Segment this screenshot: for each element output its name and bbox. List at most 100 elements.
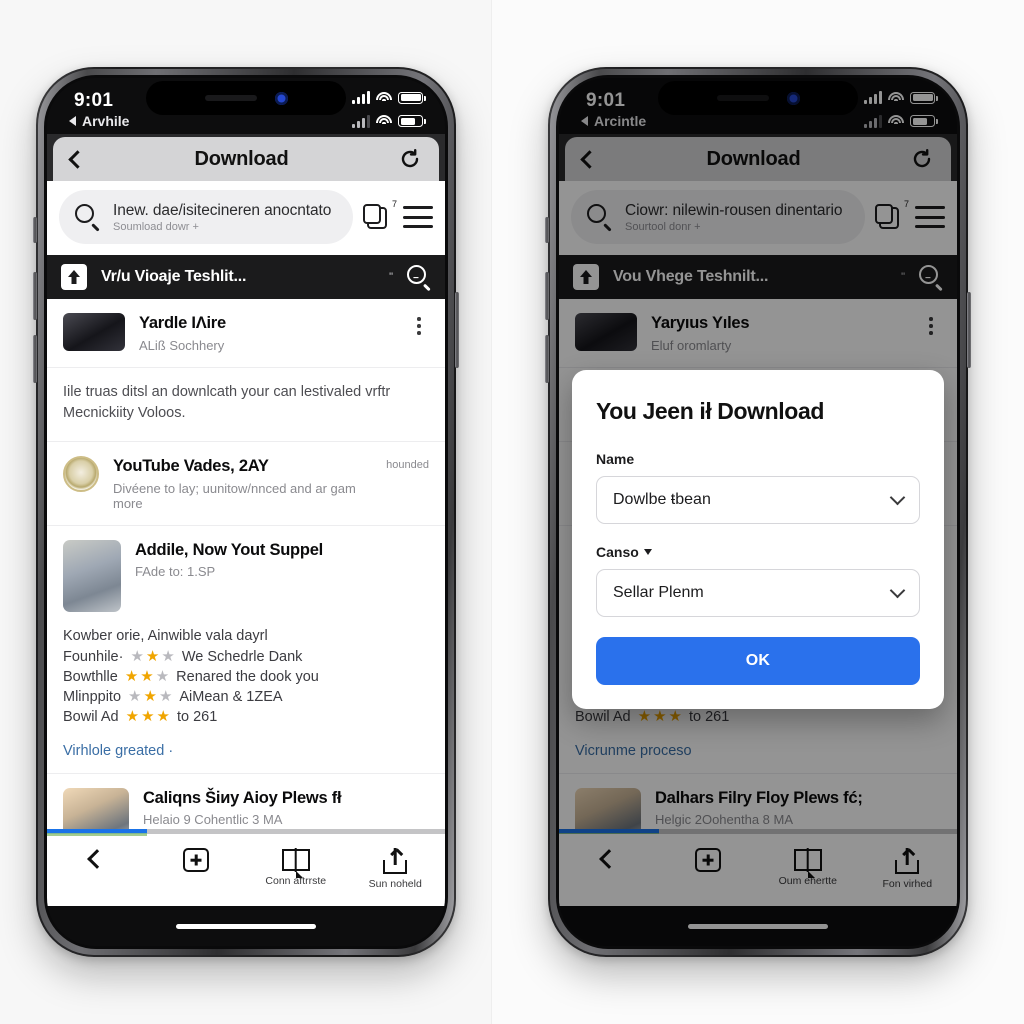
rating-text: AiMean & 1ZEA [179, 688, 283, 705]
status-back-label: Arcintle [594, 113, 647, 129]
app-header-title: Vr/u Vioaje Teshlit... [101, 268, 247, 285]
volume-down-button[interactable] [545, 335, 549, 383]
home-upload-icon[interactable] [573, 264, 599, 290]
bottom-nav-share[interactable]: Sun noheld [346, 846, 446, 890]
channel-row[interactable]: Yardle IΛire ALiß Sochhery [47, 299, 445, 368]
wifi-icon [376, 115, 392, 127]
status-back-app[interactable]: Arcintle [581, 113, 646, 129]
url-subtitle: Sourtool donr + [625, 220, 701, 233]
download-progress-bar [47, 829, 445, 836]
channel-subtitle: Eluf oromlarty [651, 337, 732, 353]
name-select[interactable]: Dowlbe ŧbean [596, 476, 920, 524]
add-box-icon [695, 848, 722, 872]
description-text: Iile truas ditsl an downlcath your can l… [47, 368, 445, 443]
bottom-nav-share[interactable]: Fon virhed [858, 846, 958, 890]
bottom-nav-back[interactable] [559, 846, 659, 869]
chevron-left-icon [86, 849, 107, 869]
search-input[interactable]: Inew. dae/isitecineren anocntato Soumloa… [59, 190, 353, 244]
silent-switch[interactable] [33, 217, 37, 243]
last-text: Dalhars Filry Floy Plews fć; Helgic 2Ooh… [655, 788, 941, 828]
status-secondary-row: Arcintle [559, 108, 957, 134]
panel-divider [491, 0, 492, 1024]
browser-top: Download [559, 134, 957, 181]
status-icons [352, 91, 426, 104]
front-camera-indicator [274, 91, 288, 105]
chevron-left-icon[interactable] [580, 149, 599, 169]
home-indicator[interactable] [176, 923, 316, 929]
zoom-search-icon[interactable]: − [407, 265, 431, 292]
power-button[interactable] [967, 292, 971, 368]
second-select[interactable]: Sellar Plenm [596, 569, 920, 617]
share-upload-icon [383, 848, 408, 874]
volume-down-button[interactable] [33, 335, 37, 383]
page-title: Download [706, 147, 801, 170]
last-text: Caliqns Šіиy Aioy Plews fł Helaio 9 Cohe… [143, 788, 429, 828]
more-link[interactable]: Vicrunme proceso [559, 737, 957, 774]
reload-icon[interactable] [399, 148, 421, 170]
star-icon: ★ [668, 708, 682, 725]
last-row[interactable]: Caliqns Šіиy Aioy Plews fł Helaio 9 Cohe… [47, 774, 445, 829]
bottom-nav-comments[interactable]: Conn aftrrste [246, 846, 346, 887]
browser-navbar: Download [565, 137, 951, 181]
tabs-icon[interactable]: 7 [875, 199, 909, 232]
last-row[interactable]: Dalhars Filry Floy Plews fć; Helgic 2Ooh… [559, 774, 957, 829]
wifi-icon [376, 91, 392, 104]
more-link[interactable]: Virhlole greated · [47, 737, 445, 774]
zoom-search-icon[interactable]: − [919, 265, 943, 292]
ok-button[interactable]: OK [596, 637, 920, 685]
status-icons-secondary [352, 114, 426, 128]
app-header: Vou Vhege Teshnilt... " − [559, 255, 957, 299]
url-text: Ciowr: nilewin-rousen dinentario Sourtoo… [625, 202, 842, 233]
star-icon: ★ [156, 708, 170, 725]
bottom-nav-add[interactable] [147, 846, 247, 872]
phone-device-right: 9:01 Arcintle Download Ciowr: nilewin-ro… [545, 67, 971, 957]
url-row: Inew. dae/isitecineren anocntato Soumloa… [47, 181, 445, 255]
bottom-nav-back[interactable] [47, 846, 147, 869]
search-input[interactable]: Ciowr: nilewin-rousen dinentario Sourtoo… [571, 190, 865, 244]
chevron-left-icon[interactable] [68, 149, 87, 169]
rating-stars: ★★★ [128, 689, 172, 704]
video-avatar [63, 456, 99, 493]
rating-row: Founhile·★★★We Schedrle Dank [63, 649, 429, 665]
last-subtitle: Helaio 9 Cohentlic 3 MA [143, 812, 283, 828]
chevron-down-icon [889, 582, 906, 599]
hamburger-menu-icon[interactable] [915, 206, 945, 228]
name-field-label: Name [596, 451, 920, 467]
rating-stars: ★★★ [638, 709, 682, 724]
earpiece-speaker [204, 95, 257, 101]
kebab-menu-icon[interactable] [921, 313, 941, 335]
article-title: Addile, Now Yout Suppel [135, 540, 323, 559]
bottom-nav-add[interactable] [659, 846, 759, 872]
home-indicator[interactable] [688, 923, 828, 929]
rating-row: Bowil Ad ★ ★ ★ to 261 [63, 709, 429, 725]
volume-up-button[interactable] [33, 272, 37, 320]
hamburger-menu-icon[interactable] [403, 206, 433, 228]
channel-row[interactable]: Yaryıus Yıles Eluf oromlarty [559, 299, 957, 368]
power-button[interactable] [455, 292, 459, 368]
front-camera-indicator [786, 91, 800, 105]
chevron-left-icon [598, 849, 619, 869]
article-row[interactable]: Addile, Now Yout Suppel FAde to: 1.SP [47, 526, 445, 618]
second-label-text: Canso [596, 544, 639, 560]
rating-text: to 261 [688, 708, 730, 725]
video-row[interactable]: YouTube Vades, 2AY Divéene to lay; uunit… [47, 442, 445, 526]
search-icon [75, 204, 101, 232]
share-upload-icon [895, 848, 920, 874]
phone-screen-left: 9:01 Arvhile Download Inew. dae/isitecin… [47, 78, 445, 946]
kebab-menu-icon[interactable] [409, 313, 429, 335]
silent-switch[interactable] [545, 217, 549, 243]
bottom-nav: Oum ehertte Fon virhed [559, 834, 957, 906]
rating-stars: ★★★ [130, 649, 174, 664]
star-icon: ★ [637, 708, 652, 725]
tabs-icon[interactable]: 7 [363, 199, 397, 232]
second-select-value: Sellar Plenm [613, 584, 704, 601]
bottom-nav-comments[interactable]: Oum ehertte [758, 846, 858, 887]
article-subtitle: FAde to: 1.SP [135, 564, 216, 580]
second-field-label: Canso [596, 544, 920, 560]
status-back-app[interactable]: Arvhile [69, 113, 129, 129]
channel-avatar [575, 313, 637, 351]
reload-icon[interactable] [911, 148, 933, 170]
home-upload-icon[interactable] [61, 264, 87, 290]
volume-up-button[interactable] [545, 272, 549, 320]
name-select-value: Dowlbe ŧbean [613, 491, 711, 508]
